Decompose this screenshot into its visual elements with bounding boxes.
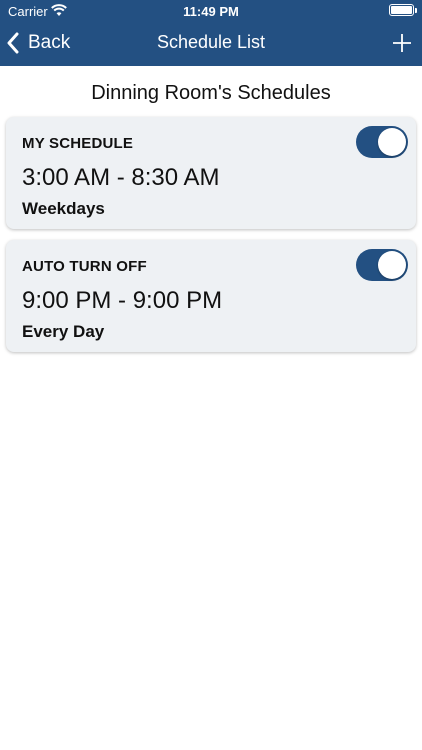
schedule-days: Weekdays — [22, 199, 105, 218]
toggle-knob — [378, 128, 406, 156]
status-bar: Carrier 11:49 PM — [0, 0, 422, 22]
status-time: 11:49 PM — [183, 4, 239, 19]
schedule-card[interactable]: MY SCHEDULE 3:00 AM - 8:30 AM Weekdays — [6, 117, 416, 229]
top-bar: Carrier 11:49 PM Back Schedule List — [0, 0, 422, 66]
toggle-knob — [378, 251, 406, 279]
schedule-days: Every Day — [22, 322, 105, 341]
schedule-toggle[interactable] — [356, 126, 408, 158]
plus-icon[interactable] — [390, 30, 414, 56]
page-title: Dinning Room's Schedules — [91, 82, 331, 104]
nav-title: Schedule List — [156, 32, 266, 52]
navigation-bar: Back Schedule List — [0, 22, 422, 66]
schedule-toggle[interactable] — [356, 249, 408, 281]
battery-icon — [389, 4, 417, 16]
schedule-time-range: 3:00 AM - 8:30 AM — [22, 164, 220, 191]
schedule-name: MY SCHEDULE — [22, 135, 134, 152]
schedule-name: AUTO TURN OFF — [22, 258, 147, 275]
schedule-time-range: 9:00 PM - 9:00 PM — [22, 287, 223, 314]
schedule-card[interactable]: AUTO TURN OFF 9:00 PM - 9:00 PM Every Da… — [6, 240, 416, 352]
